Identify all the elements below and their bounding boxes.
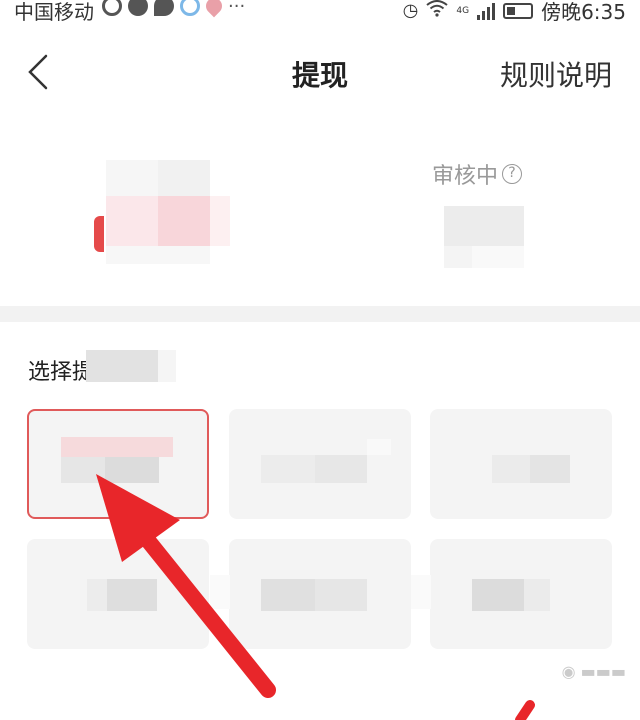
select-amount-label: 选择提	[28, 354, 94, 386]
select-label-mosaic	[86, 350, 158, 382]
clock: 傍晚6:35	[541, 0, 626, 24]
row-mosaic-strip	[210, 575, 230, 609]
system-status: ◷ 4G 傍晚6:35	[403, 0, 626, 25]
battery-icon	[503, 2, 534, 19]
amount-accent	[94, 216, 104, 252]
amount-option-3[interactable]	[430, 409, 612, 519]
navigation-bar: 提现 规则说明	[0, 30, 640, 116]
location-pin-icon	[202, 0, 226, 18]
app-notification-icon	[128, 0, 148, 16]
amount-option-6[interactable]	[430, 539, 612, 649]
amount-option-2[interactable]	[229, 409, 411, 519]
alarm-icon: ◷	[402, 0, 419, 21]
amount-option-1[interactable]	[27, 409, 209, 519]
camera-app-icon	[102, 0, 122, 16]
rules-button[interactable]: 规则说明	[500, 54, 612, 94]
wifi-icon	[426, 0, 448, 22]
balance-summary: 审核中 ?	[0, 130, 640, 300]
browser-app-icon	[180, 0, 200, 16]
amount-option-5[interactable]	[229, 539, 411, 649]
review-status: 审核中 ?	[432, 158, 523, 190]
select-label-text: 选择提	[28, 360, 95, 385]
amount-option-4[interactable]	[27, 539, 209, 649]
signal-icon	[477, 2, 496, 20]
network-type: 4G	[456, 5, 470, 16]
carrier-label: 中国移动	[14, 0, 94, 24]
section-divider	[0, 306, 640, 322]
question-circle-icon[interactable]: ?	[502, 164, 523, 184]
row-mosaic-strip-2	[411, 575, 431, 609]
notification-icons: ···	[102, 0, 248, 18]
watermark-logo: ◉ ▬▬▬	[561, 662, 626, 681]
status-bar: 中国移动 ··· ◷ 4G 傍晚6:35	[0, 0, 640, 24]
more-notifications-icon: ···	[228, 0, 246, 17]
chat-bubble-icon	[154, 0, 174, 16]
select-label-mosaic-fade	[158, 350, 176, 382]
review-label: 审核中	[432, 164, 499, 189]
